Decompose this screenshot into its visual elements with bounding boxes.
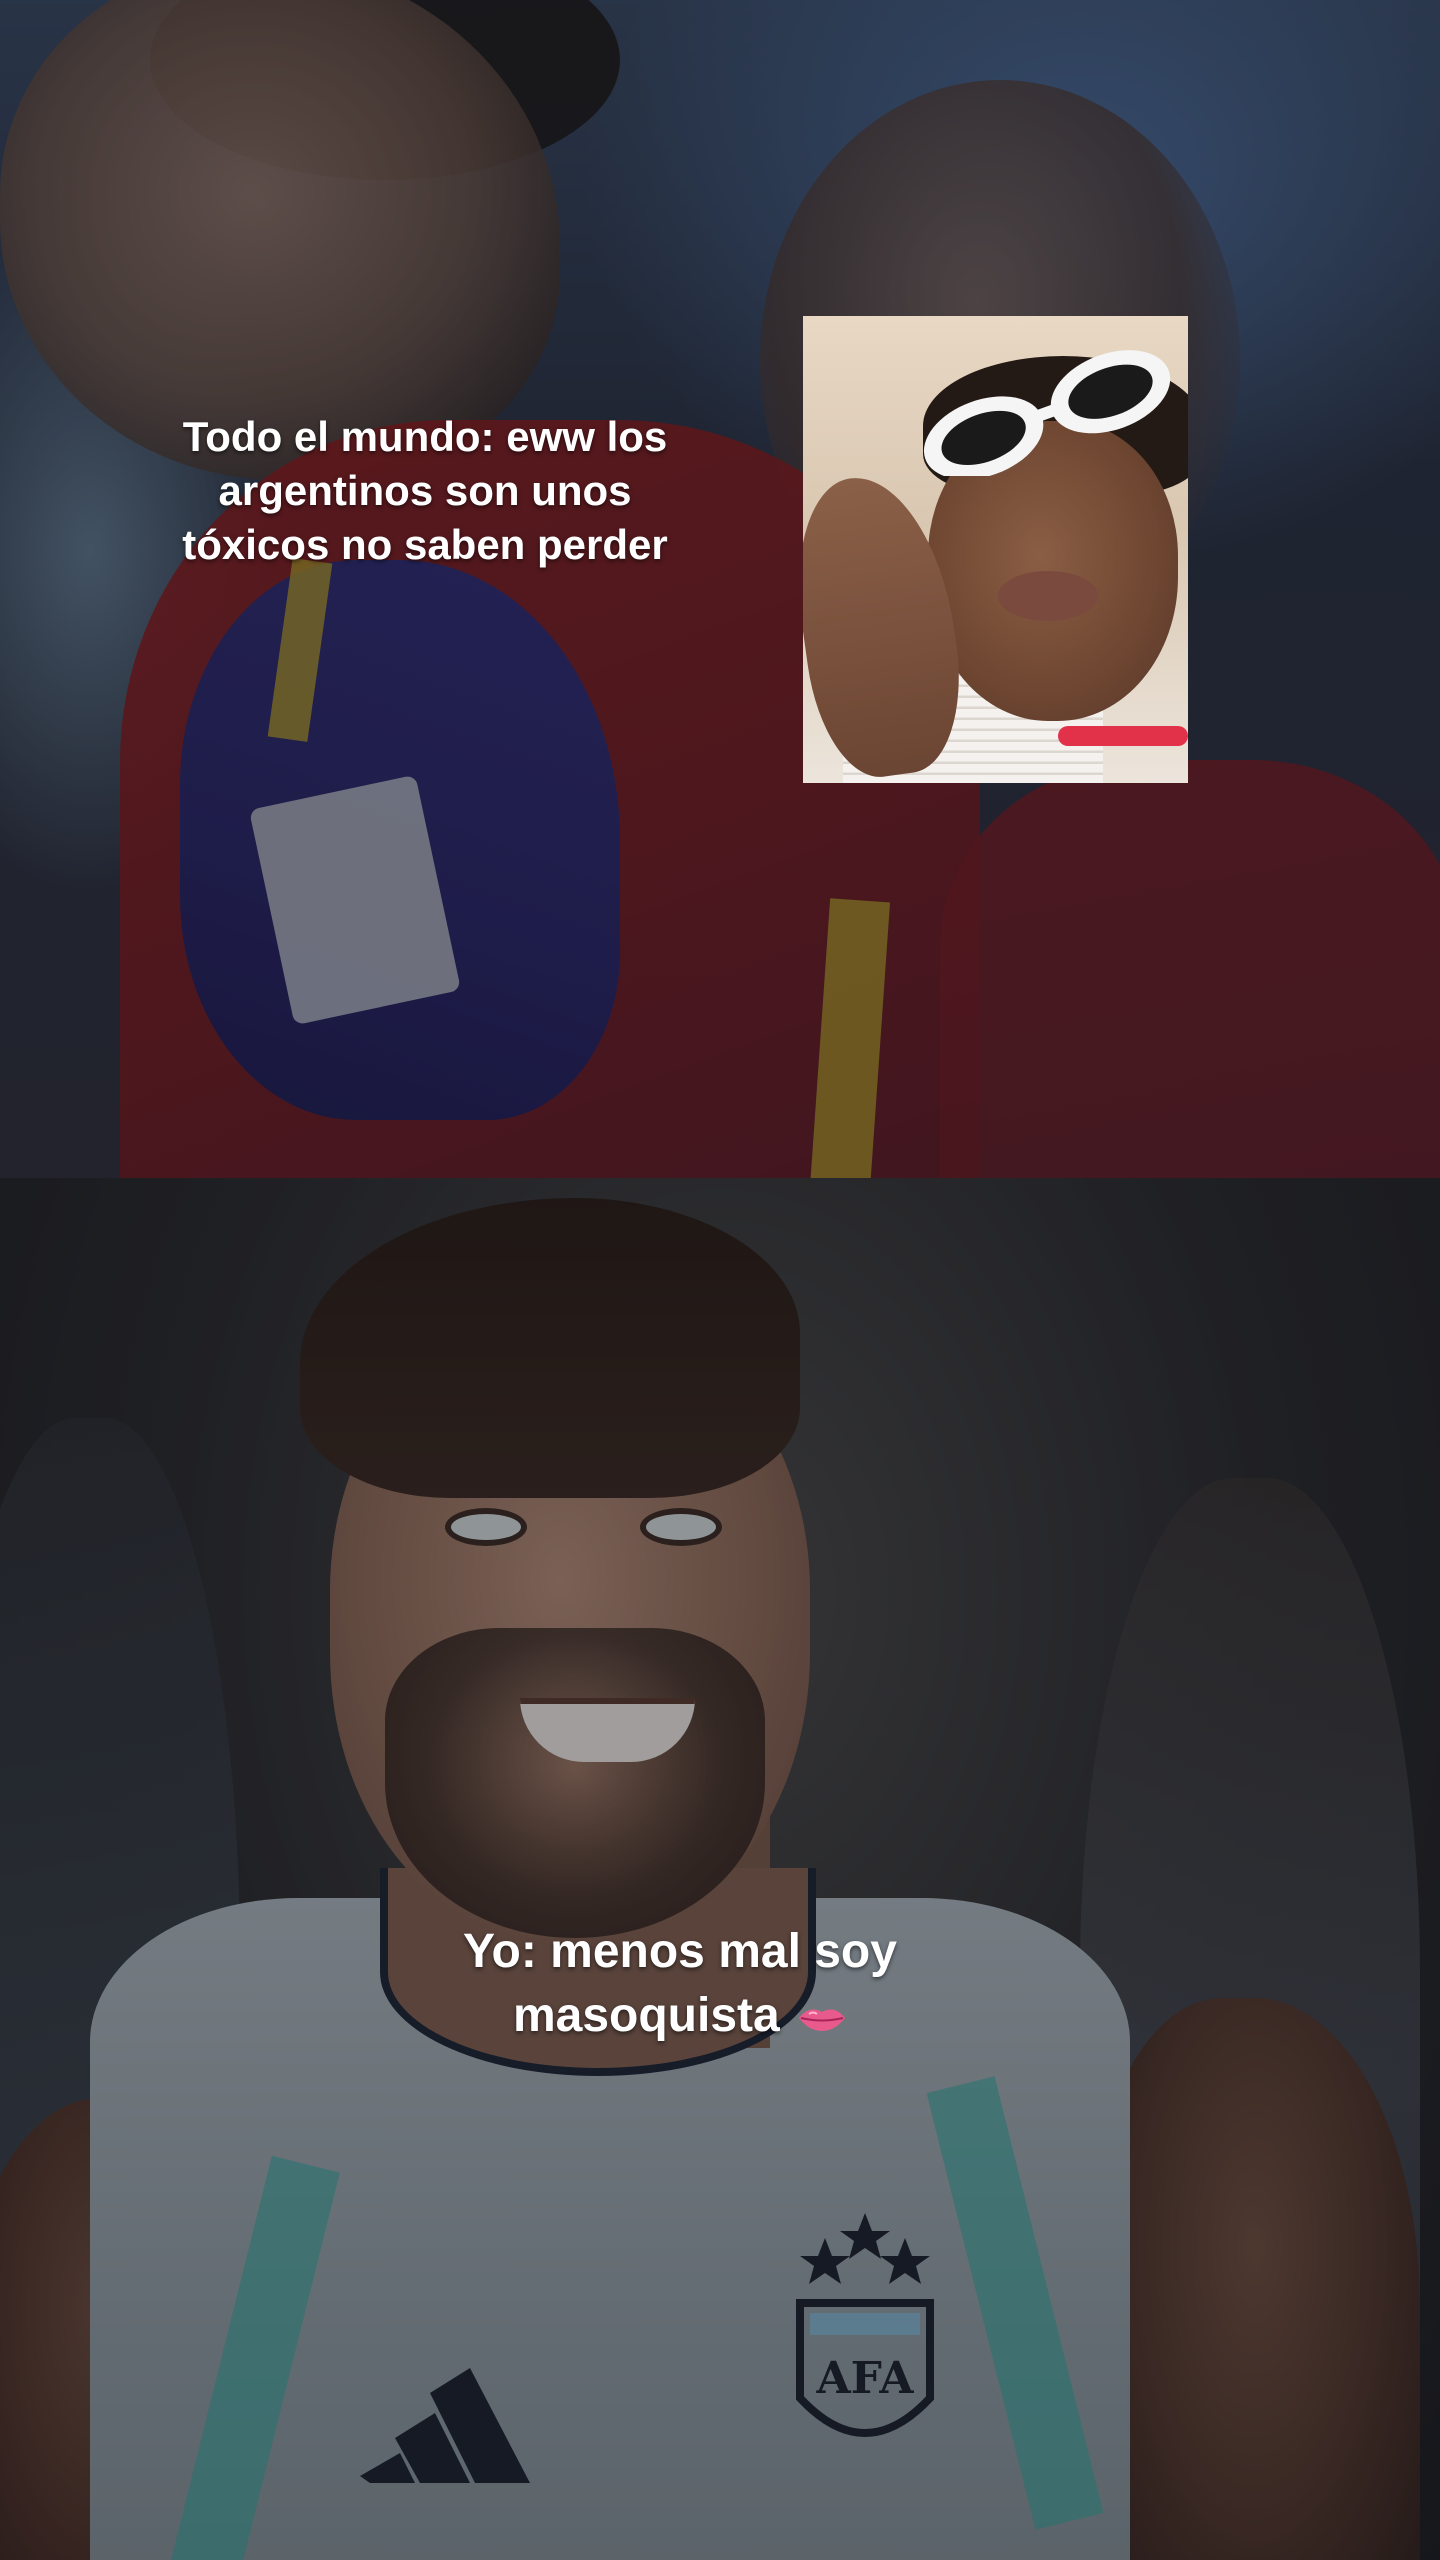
lips-emoji-icon [799,2009,846,2032]
story-frame: Todo el mundo: eww los argentinos son un… [0,0,1440,2560]
reaction-photo [803,316,1188,783]
top-meme-panel: Todo el mundo: eww los argentinos son un… [0,0,1440,1178]
bottom-caption: Yo: menos mal soy masoquista [380,1920,980,2048]
bottom-meme-panel: AFA Yo: menos mal soy masoquista [0,1178,1440,2560]
dim-overlay [0,0,1440,1178]
white-sunglasses-icon [923,350,1171,476]
reaction-lips [998,571,1098,621]
dim-overlay [0,1178,1440,2560]
top-caption: Todo el mundo: eww los argentinos son un… [182,413,668,568]
red-choker [1058,726,1188,746]
